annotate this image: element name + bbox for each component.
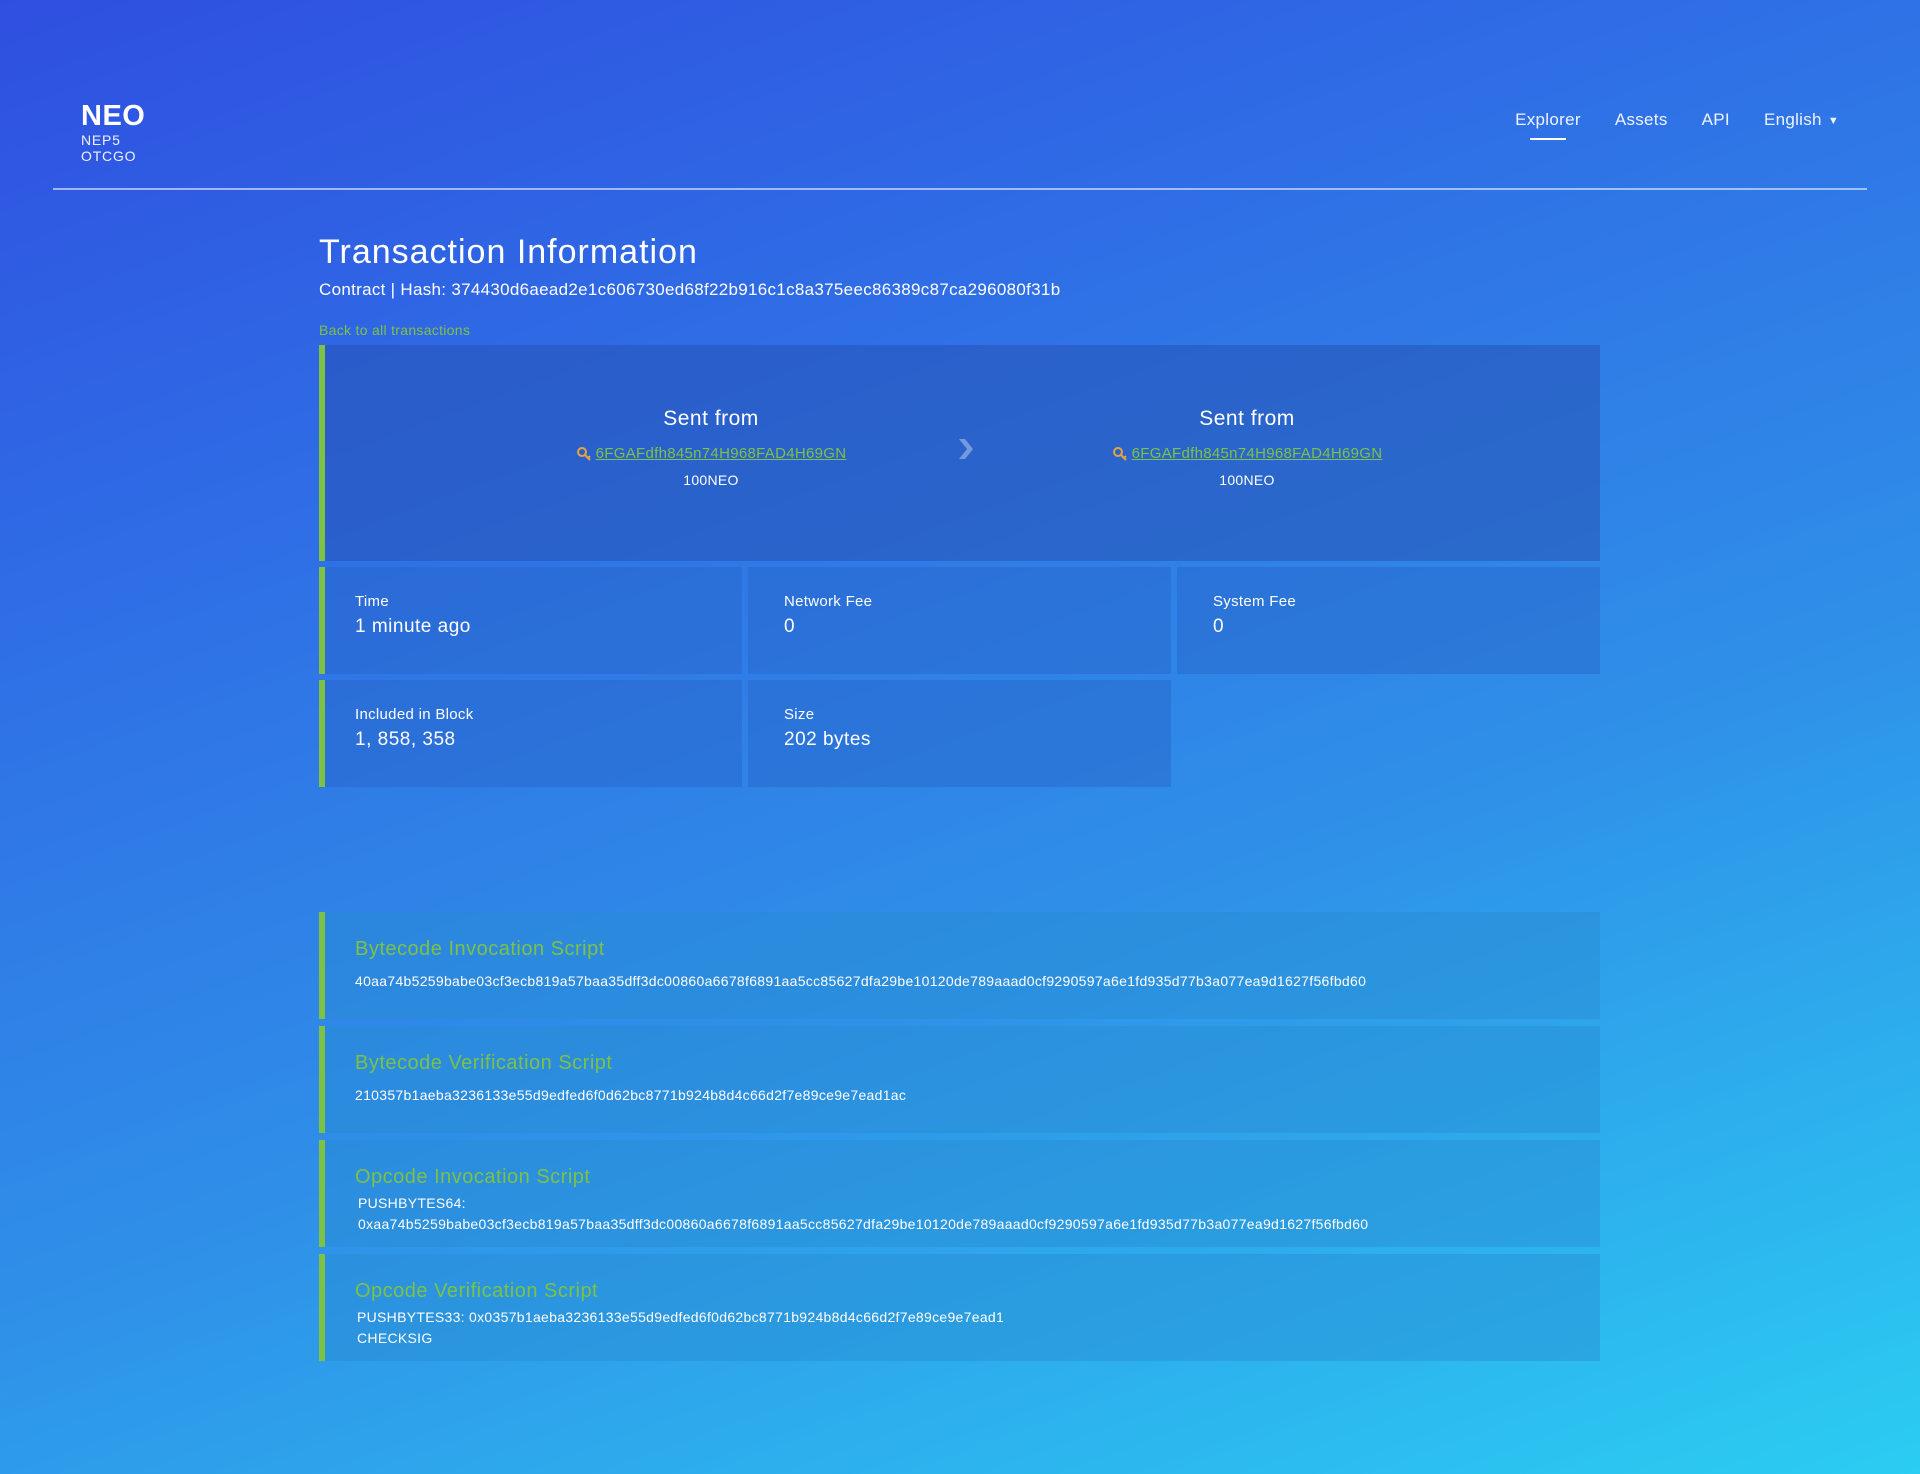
caret-down-icon: ▼ xyxy=(1827,114,1839,127)
logo-sub-otcgo: OTCGO xyxy=(81,148,137,164)
sender-label: Sent from xyxy=(663,407,759,430)
stat-network-fee-label: Network Fee xyxy=(784,593,873,610)
sender-block: Sent from 6FGAFdfh845n74H968FAD4H69GN 10… xyxy=(511,407,911,488)
opcode-verification-line-2: CHECKSIG xyxy=(357,1330,433,1346)
chevron-right-icon xyxy=(959,439,973,459)
opcode-verification-script: Opcode Verification Script PUSHBYTES33: … xyxy=(319,1254,1600,1361)
back-to-transactions-link[interactable]: Back to all transactions xyxy=(319,322,470,338)
stat-block-label: Included in Block xyxy=(355,706,474,723)
opcode-invocation-line-1: PUSHBYTES64: xyxy=(358,1195,466,1211)
bytecode-invocation-body: 40aa74b5259babe03cf3ecb819a57baa35dff3dc… xyxy=(355,973,1367,989)
stat-system-fee: System Fee 0 xyxy=(1177,567,1600,674)
stat-block: Included in Block 1, 858, 358 xyxy=(319,680,742,787)
main-nav: Explorer Assets API English ▼ xyxy=(1481,110,1839,130)
nav-api[interactable]: API xyxy=(1702,110,1730,130)
key-icon xyxy=(576,446,591,461)
transfer-card: Sent from 6FGAFdfh845n74H968FAD4H69GN 10… xyxy=(319,345,1600,561)
stat-system-fee-label: System Fee xyxy=(1213,593,1297,610)
page-title: Transaction Information xyxy=(319,233,698,271)
receiver-amount: 100NEO xyxy=(1219,472,1275,488)
bytecode-invocation-title: Bytecode Invocation Script xyxy=(355,938,605,960)
opcode-verification-line-1: PUSHBYTES33: 0x0357b1aeba3236133e55d9edf… xyxy=(357,1309,1005,1325)
opcode-invocation-line-2: 0xaa74b5259babe03cf3ecb819a57baa35dff3dc… xyxy=(358,1216,1369,1232)
stat-time-value: 1 minute ago xyxy=(355,616,471,637)
sender-address-link[interactable]: 6FGAFdfh845n74H968FAD4H69GN xyxy=(596,445,847,462)
sender-amount: 100NEO xyxy=(683,472,739,488)
stat-size: Size 202 bytes xyxy=(748,680,1171,787)
stat-size-value: 202 bytes xyxy=(784,729,871,750)
stat-time-label: Time xyxy=(355,593,389,610)
bytecode-verification-body: 210357b1aeba3236133e55d9edfed6f0d62bc877… xyxy=(355,1087,907,1103)
stat-network-fee-value: 0 xyxy=(784,616,796,637)
receiver-address-link[interactable]: 6FGAFdfh845n74H968FAD4H69GN xyxy=(1132,445,1383,462)
key-icon xyxy=(1112,446,1127,461)
opcode-verification-title: Opcode Verification Script xyxy=(355,1280,599,1302)
stat-size-label: Size xyxy=(784,706,815,723)
stat-network-fee: Network Fee 0 xyxy=(748,567,1171,674)
transaction-content: Transaction Information Contract | Hash:… xyxy=(319,230,1600,1361)
logo-name: NEO xyxy=(81,100,146,132)
site-header: NEO NEP5 OTCGO Explorer Assets API Engli… xyxy=(53,0,1867,190)
opcode-invocation-script: Opcode Invocation Script PUSHBYTES64: 0x… xyxy=(319,1140,1600,1247)
stat-block-value: 1, 858, 358 xyxy=(355,729,456,750)
nav-assets[interactable]: Assets xyxy=(1615,110,1668,130)
bytecode-verification-script: Bytecode Verification Script 210357b1aeb… xyxy=(319,1026,1600,1133)
bytecode-verification-title: Bytecode Verification Script xyxy=(355,1052,613,1074)
logo-sub-nep5: NEP5 xyxy=(81,132,121,148)
stat-time: Time 1 minute ago xyxy=(319,567,742,674)
logo[interactable]: NEO NEP5 OTCGO xyxy=(81,100,145,164)
transaction-hash: Contract | Hash: 374430d6aead2e1c606730e… xyxy=(319,280,1061,299)
receiver-block: Sent from 6FGAFdfh845n74H968FAD4H69GN 10… xyxy=(1047,407,1447,488)
bytecode-invocation-script: Bytecode Invocation Script 40aa74b5259ba… xyxy=(319,912,1600,1019)
language-label: English xyxy=(1763,110,1822,129)
stat-system-fee-value: 0 xyxy=(1213,616,1225,637)
receiver-label: Sent from xyxy=(1199,407,1295,430)
nav-explorer[interactable]: Explorer xyxy=(1515,110,1581,130)
language-selector[interactable]: English ▼ xyxy=(1764,110,1839,130)
opcode-invocation-title: Opcode Invocation Script xyxy=(355,1166,591,1188)
